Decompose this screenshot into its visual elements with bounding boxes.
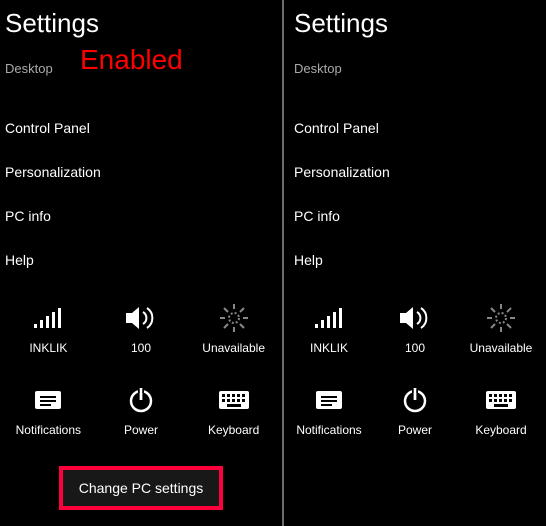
power-icon [100,382,182,418]
tile-row-2: Notifications Power Keyboard [0,382,282,436]
speaker-icon [374,300,456,336]
keyboard-icon [460,382,542,418]
item-personalization[interactable]: Personalization [284,150,546,194]
item-help[interactable]: Help [0,238,282,282]
volume-tile[interactable]: 100 [374,300,456,354]
settings-title: Settings [284,0,546,39]
brightness-icon [460,300,542,336]
tile-row-2: Notifications Power Keyboard [284,382,546,436]
settings-list: Control Panel Personalization PC info He… [284,106,546,282]
notifications-tile[interactable]: Notifications [7,382,89,436]
network-tile[interactable]: INKLIK [288,300,370,354]
tile-label: Keyboard [193,424,275,436]
settings-panel-disabled: Settings Disabled Desktop Control Panel … [284,0,546,526]
tile-label: Power [374,424,456,436]
tile-row-1: INKLIK 100 Unavailable [0,300,282,354]
tile-label: 100 [100,342,182,354]
item-personalization[interactable]: Personalization [0,150,282,194]
signal-bars-icon [7,300,89,336]
keyboard-tile[interactable]: Keyboard [460,382,542,436]
speaker-icon [100,300,182,336]
settings-title: Settings [0,0,282,39]
change-pc-settings-button[interactable]: Change PC settings [59,466,224,510]
notifications-icon [7,382,89,418]
tile-label: Unavailable [193,342,275,354]
power-tile[interactable]: Power [374,382,456,436]
settings-list: Control Panel Personalization PC info He… [0,106,282,282]
network-tile[interactable]: INKLIK [7,300,89,354]
keyboard-tile[interactable]: Keyboard [193,382,275,436]
power-tile[interactable]: Power [100,382,182,436]
tile-label: Notifications [288,424,370,436]
notifications-icon [288,382,370,418]
tile-label: INKLIK [288,342,370,354]
power-icon [374,382,456,418]
brightness-icon [193,300,275,336]
tile-label: 100 [374,342,456,354]
item-pc-info[interactable]: PC info [0,194,282,238]
tile-label: INKLIK [7,342,89,354]
tile-label: Unavailable [460,342,542,354]
notifications-tile[interactable]: Notifications [288,382,370,436]
context-label: Desktop [284,39,546,76]
keyboard-icon [193,382,275,418]
tile-label: Keyboard [460,424,542,436]
tile-label: Power [100,424,182,436]
item-control-panel[interactable]: Control Panel [284,106,546,150]
tile-label: Notifications [7,424,89,436]
annotation-enabled: Enabled [80,44,183,76]
item-pc-info[interactable]: PC info [284,194,546,238]
settings-panel-enabled: Settings Enabled Desktop Control Panel P… [0,0,282,526]
volume-tile[interactable]: 100 [100,300,182,354]
tile-row-1: INKLIK 100 Unavailable [284,300,546,354]
item-control-panel[interactable]: Control Panel [0,106,282,150]
brightness-tile[interactable]: Unavailable [193,300,275,354]
item-help[interactable]: Help [284,238,546,282]
signal-bars-icon [288,300,370,336]
brightness-tile[interactable]: Unavailable [460,300,542,354]
